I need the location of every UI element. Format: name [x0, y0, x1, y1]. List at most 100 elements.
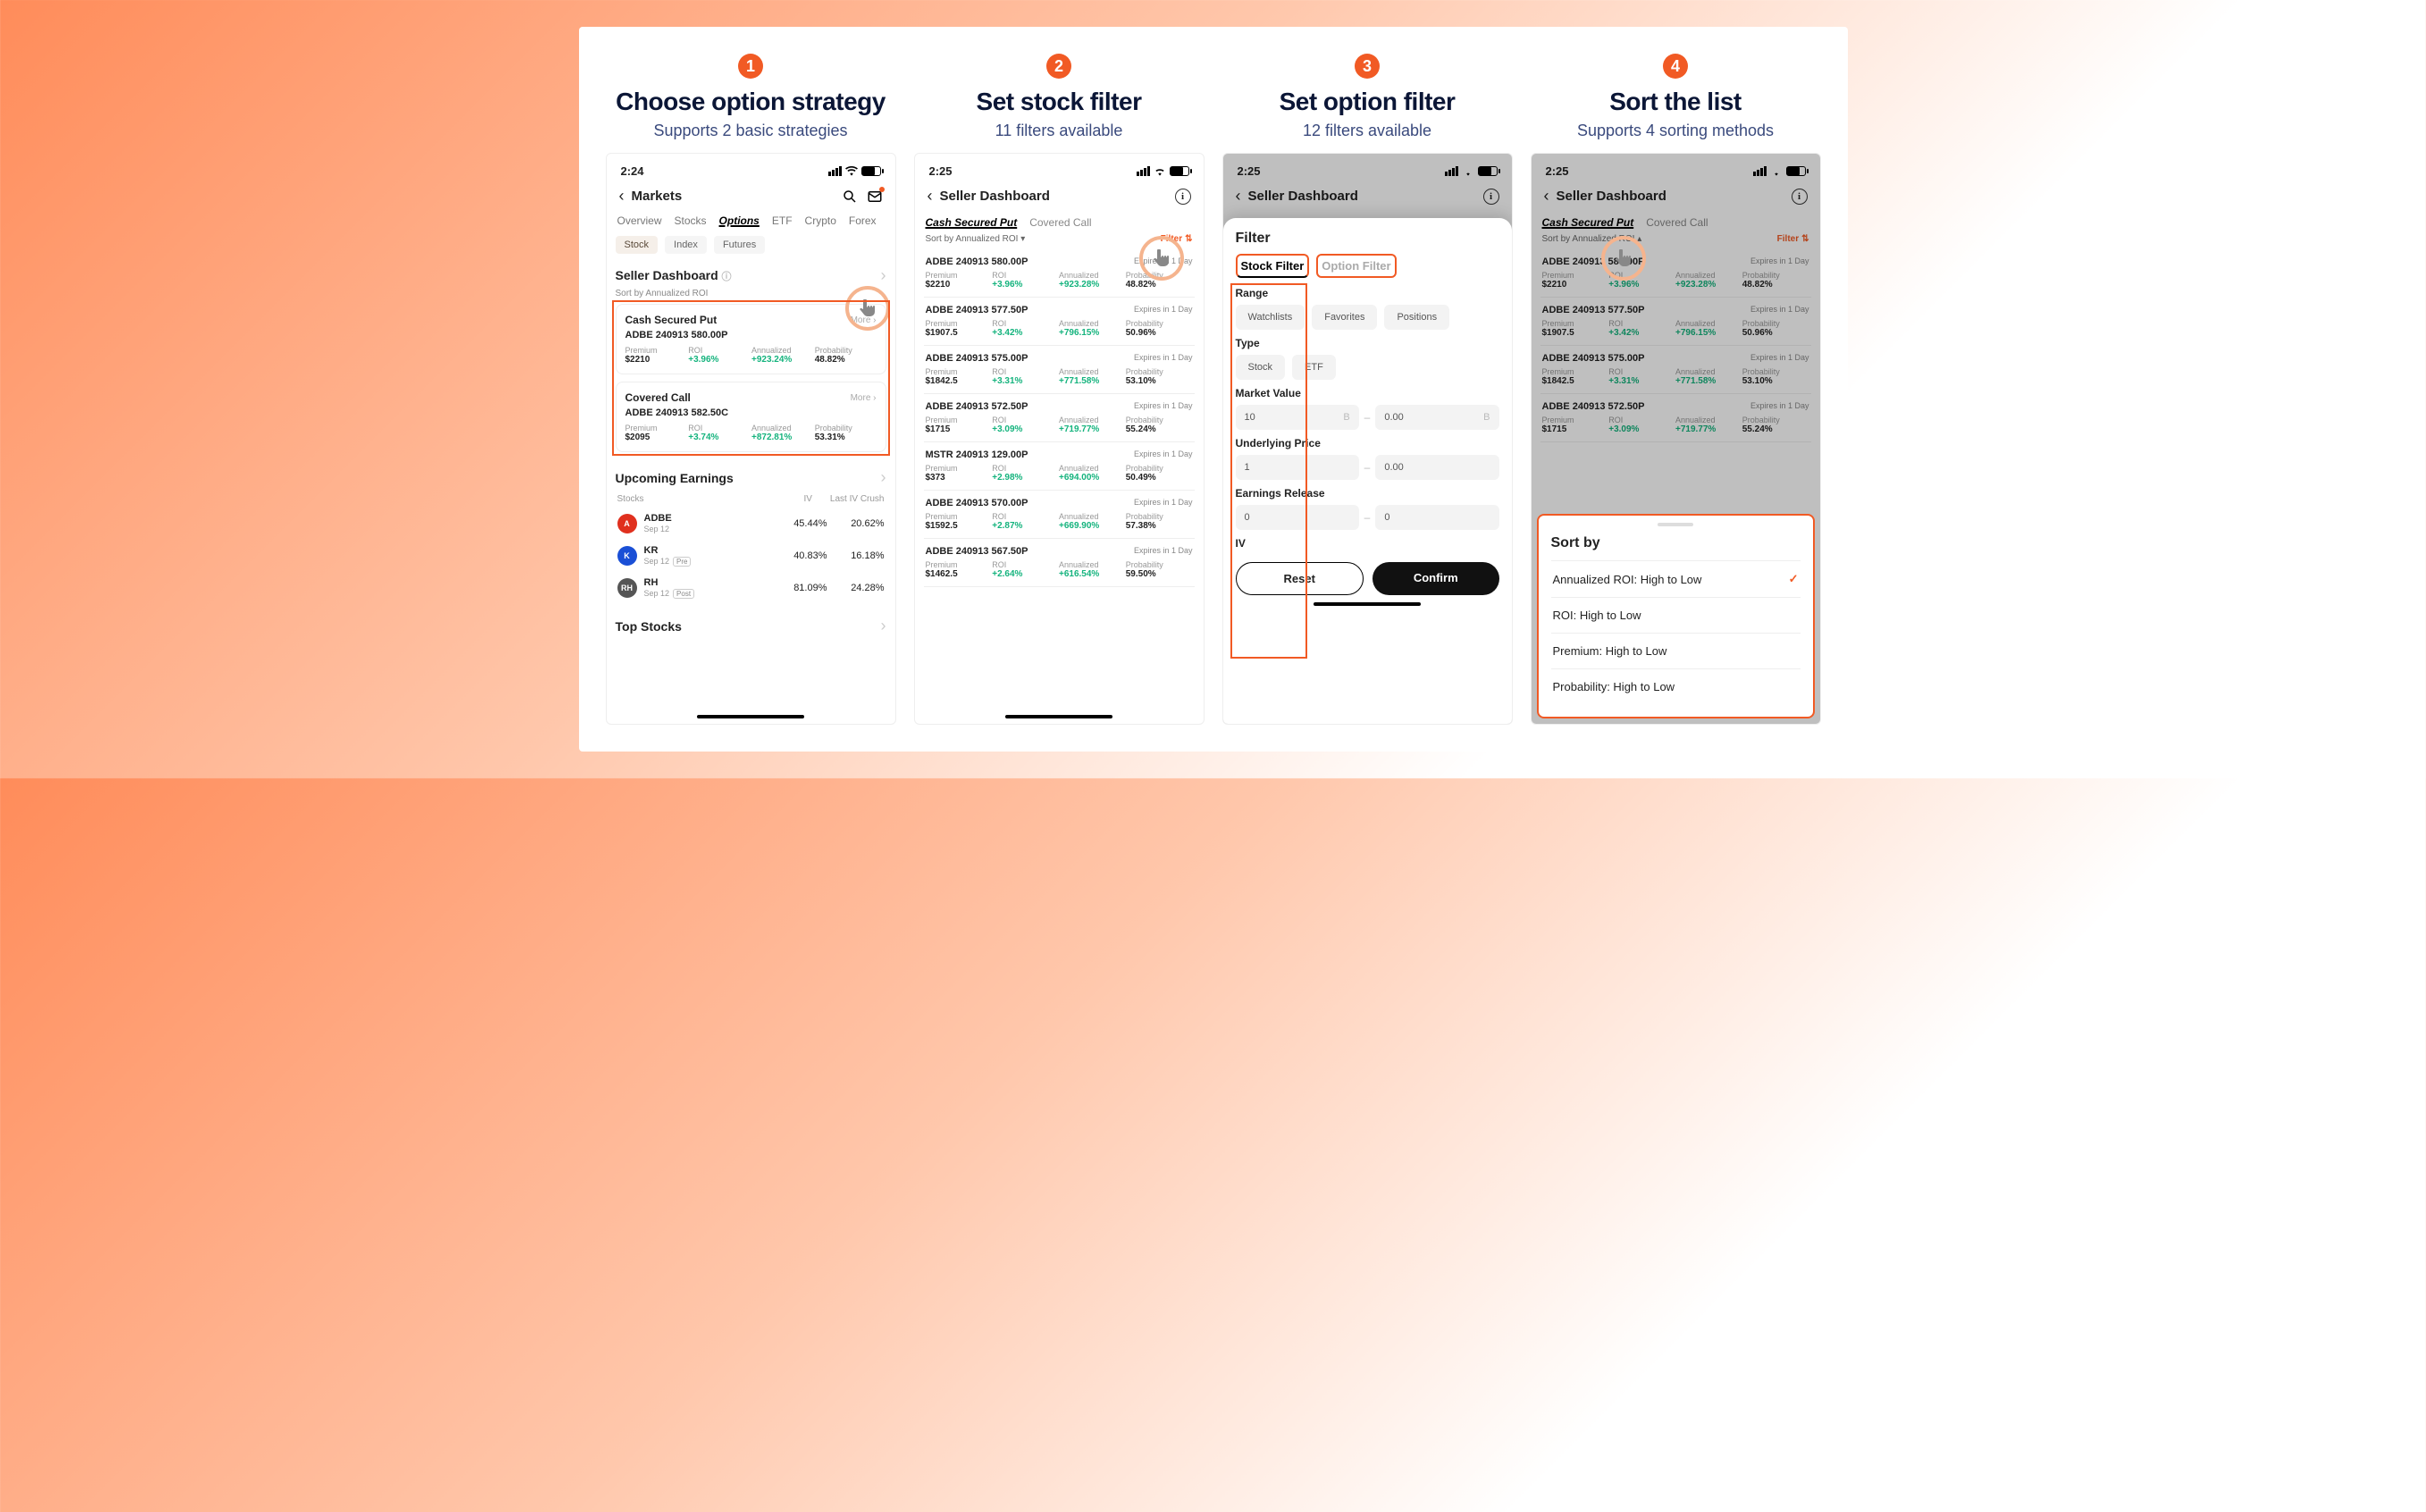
step-title: Sort the list: [1609, 88, 1742, 116]
filter-price-label: Underlying Price: [1236, 437, 1499, 449]
tab-options[interactable]: Options: [719, 214, 760, 227]
info-icon[interactable]: ⓘ: [722, 272, 732, 282]
earnings-row[interactable]: K KRSep 12Pre 40.83%16.18%: [616, 540, 886, 572]
step-column-3: 3 Set option filter 12 filters available…: [1222, 54, 1513, 725]
option-row[interactable]: ADBE 240913 572.50PExpires in 1 Day Prem…: [924, 394, 1195, 442]
tab-csp[interactable]: Cash Secured Put: [1542, 216, 1634, 229]
strategy-card-cc[interactable]: Covered CallMore › ADBE 240913 582.50C P…: [616, 382, 886, 452]
info-icon[interactable]: i: [1175, 189, 1191, 205]
nav-bar: ‹ Seller Dashboard i: [1540, 181, 1811, 211]
sheet-handle-icon[interactable]: [1658, 523, 1693, 526]
status-bar: 2:25: [1540, 161, 1811, 181]
mv-from-input[interactable]: 10B: [1236, 405, 1359, 430]
chip-stock[interactable]: Stock: [1236, 355, 1286, 380]
back-icon[interactable]: ‹: [1544, 187, 1549, 206]
home-indicator: [1005, 715, 1112, 718]
tab-cc[interactable]: Covered Call: [1029, 216, 1091, 229]
sort-option[interactable]: Annualized ROI: High to Low✓: [1551, 560, 1801, 597]
back-icon[interactable]: ‹: [928, 187, 933, 206]
filter-iv-label: IV: [1236, 537, 1499, 550]
nav-title: Seller Dashboard: [1557, 189, 1666, 204]
tab-stock-filter[interactable]: Stock Filter: [1236, 254, 1310, 278]
option-row[interactable]: ADBE 240913 580.00PExpires in 1 Day Prem…: [924, 249, 1195, 298]
phone-screen-1: 2:24 ‹ Markets Overview Sto: [606, 153, 896, 725]
earnings-row[interactable]: A ADBESep 12 45.44%20.62%: [616, 508, 886, 540]
option-row[interactable]: ADBE 240913 575.00PExpires in 1 Day Prem…: [924, 346, 1195, 394]
mv-to-input[interactable]: 0.00B: [1375, 405, 1498, 430]
status-time: 2:25: [929, 164, 953, 178]
option-row[interactable]: ADBE 240913 577.50PExpires in 1 Day Prem…: [1540, 298, 1811, 346]
tab-stocks[interactable]: Stocks: [675, 214, 707, 227]
option-row[interactable]: ADBE 240913 577.50PExpires in 1 Day Prem…: [924, 298, 1195, 346]
sort-label[interactable]: Sort by Annualized ROI ▾: [926, 234, 1026, 244]
step-subtitle: 11 filters available: [995, 122, 1123, 140]
chip-favorites[interactable]: Favorites: [1312, 305, 1377, 330]
step-title: Set stock filter: [977, 88, 1142, 116]
stock-logo-icon: K: [617, 546, 637, 566]
back-icon[interactable]: ‹: [619, 187, 625, 206]
option-row[interactable]: MSTR 240913 129.00PExpires in 1 Day Prem…: [924, 442, 1195, 491]
strategy-tabs: Cash Secured Put Covered Call: [924, 211, 1195, 231]
tab-cc[interactable]: Covered Call: [1646, 216, 1708, 229]
search-icon[interactable]: [842, 189, 858, 205]
filter-marketvalue-label: Market Value: [1236, 387, 1499, 399]
earnings-to-input[interactable]: 0: [1375, 505, 1498, 530]
seller-dashboard-header[interactable]: Seller Dashboard ⓘ ›: [616, 263, 886, 289]
price-to-input[interactable]: 0.00: [1375, 455, 1498, 480]
pill-futures[interactable]: Futures: [714, 236, 765, 254]
chip-positions[interactable]: Positions: [1384, 305, 1449, 330]
back-icon[interactable]: ‹: [1236, 187, 1241, 206]
chip-watchlists[interactable]: Watchlists: [1236, 305, 1305, 330]
top-stocks-header[interactable]: Top Stocks›: [616, 613, 886, 639]
status-bar: 2:24: [616, 161, 886, 181]
stock-logo-icon: A: [617, 514, 637, 533]
phone-screen-3: 2:25 ‹ Seller Dashboard i Filter Stock F: [1222, 153, 1513, 725]
step-badge: 1: [738, 54, 763, 79]
tab-etf[interactable]: ETF: [772, 214, 793, 227]
price-from-input[interactable]: 1: [1236, 455, 1359, 480]
confirm-button[interactable]: Confirm: [1372, 562, 1499, 595]
filter-button[interactable]: Filter ⇅: [1777, 234, 1809, 244]
tab-overview[interactable]: Overview: [617, 214, 662, 227]
battery-icon: [861, 166, 881, 176]
option-row[interactable]: ADBE 240913 575.00PExpires in 1 Day Prem…: [1540, 346, 1811, 394]
status-bar: 2:25: [924, 161, 1195, 181]
sort-sheet-title: Sort by: [1551, 535, 1801, 551]
inbox-icon[interactable]: [867, 189, 883, 205]
filter-type-label: Type: [1236, 337, 1499, 349]
tab-crypto[interactable]: Crypto: [805, 214, 836, 227]
pill-index[interactable]: Index: [665, 236, 707, 254]
check-icon: ✓: [1789, 572, 1799, 586]
step-subtitle: Supports 4 sorting methods: [1577, 122, 1774, 140]
step-title: Set option filter: [1280, 88, 1456, 116]
strategy-card-csp[interactable]: Cash Secured PutMore › ADBE 240913 580.0…: [616, 304, 886, 374]
tab-csp[interactable]: Cash Secured Put: [926, 216, 1018, 229]
tab-option-filter[interactable]: Option Filter: [1316, 254, 1396, 278]
pill-stock[interactable]: Stock: [616, 236, 659, 254]
status-time: 2:24: [621, 164, 644, 178]
filter-button[interactable]: Filter ⇅: [1161, 234, 1193, 244]
earnings-from-input[interactable]: 0: [1236, 505, 1359, 530]
wifi-icon: [1462, 165, 1474, 178]
home-indicator: [1314, 602, 1421, 606]
market-tabs: Overview Stocks Options ETF Crypto Forex: [616, 211, 886, 231]
nav-bar: ‹ Markets: [616, 181, 886, 211]
option-row[interactable]: ADBE 240913 570.00PExpires in 1 Day Prem…: [924, 491, 1195, 539]
sort-option[interactable]: ROI: High to Low: [1551, 597, 1801, 633]
upcoming-earnings-header[interactable]: Upcoming Earnings›: [616, 465, 886, 491]
tab-forex[interactable]: Forex: [849, 214, 877, 227]
sort-label[interactable]: Sort by Annualized ROI ▴: [1542, 234, 1642, 244]
option-row[interactable]: ADBE 240913 567.50PExpires in 1 Day Prem…: [924, 539, 1195, 587]
option-row[interactable]: ADBE 240913 580.00PExpires in 1 Day Prem…: [1540, 249, 1811, 298]
sort-option[interactable]: Probability: High to Low: [1551, 668, 1801, 704]
sort-option[interactable]: Premium: High to Low: [1551, 633, 1801, 668]
filter-sheet-title: Filter: [1236, 231, 1499, 247]
battery-icon: [1786, 166, 1806, 176]
reset-button[interactable]: Reset: [1236, 562, 1364, 595]
option-row[interactable]: ADBE 240913 572.50PExpires in 1 Day Prem…: [1540, 394, 1811, 442]
chip-etf[interactable]: ETF: [1292, 355, 1336, 380]
info-icon[interactable]: i: [1792, 189, 1808, 205]
battery-icon: [1478, 166, 1498, 176]
earnings-row[interactable]: RH RHSep 12Post 81.09%24.28%: [616, 572, 886, 604]
info-icon[interactable]: i: [1483, 189, 1499, 205]
